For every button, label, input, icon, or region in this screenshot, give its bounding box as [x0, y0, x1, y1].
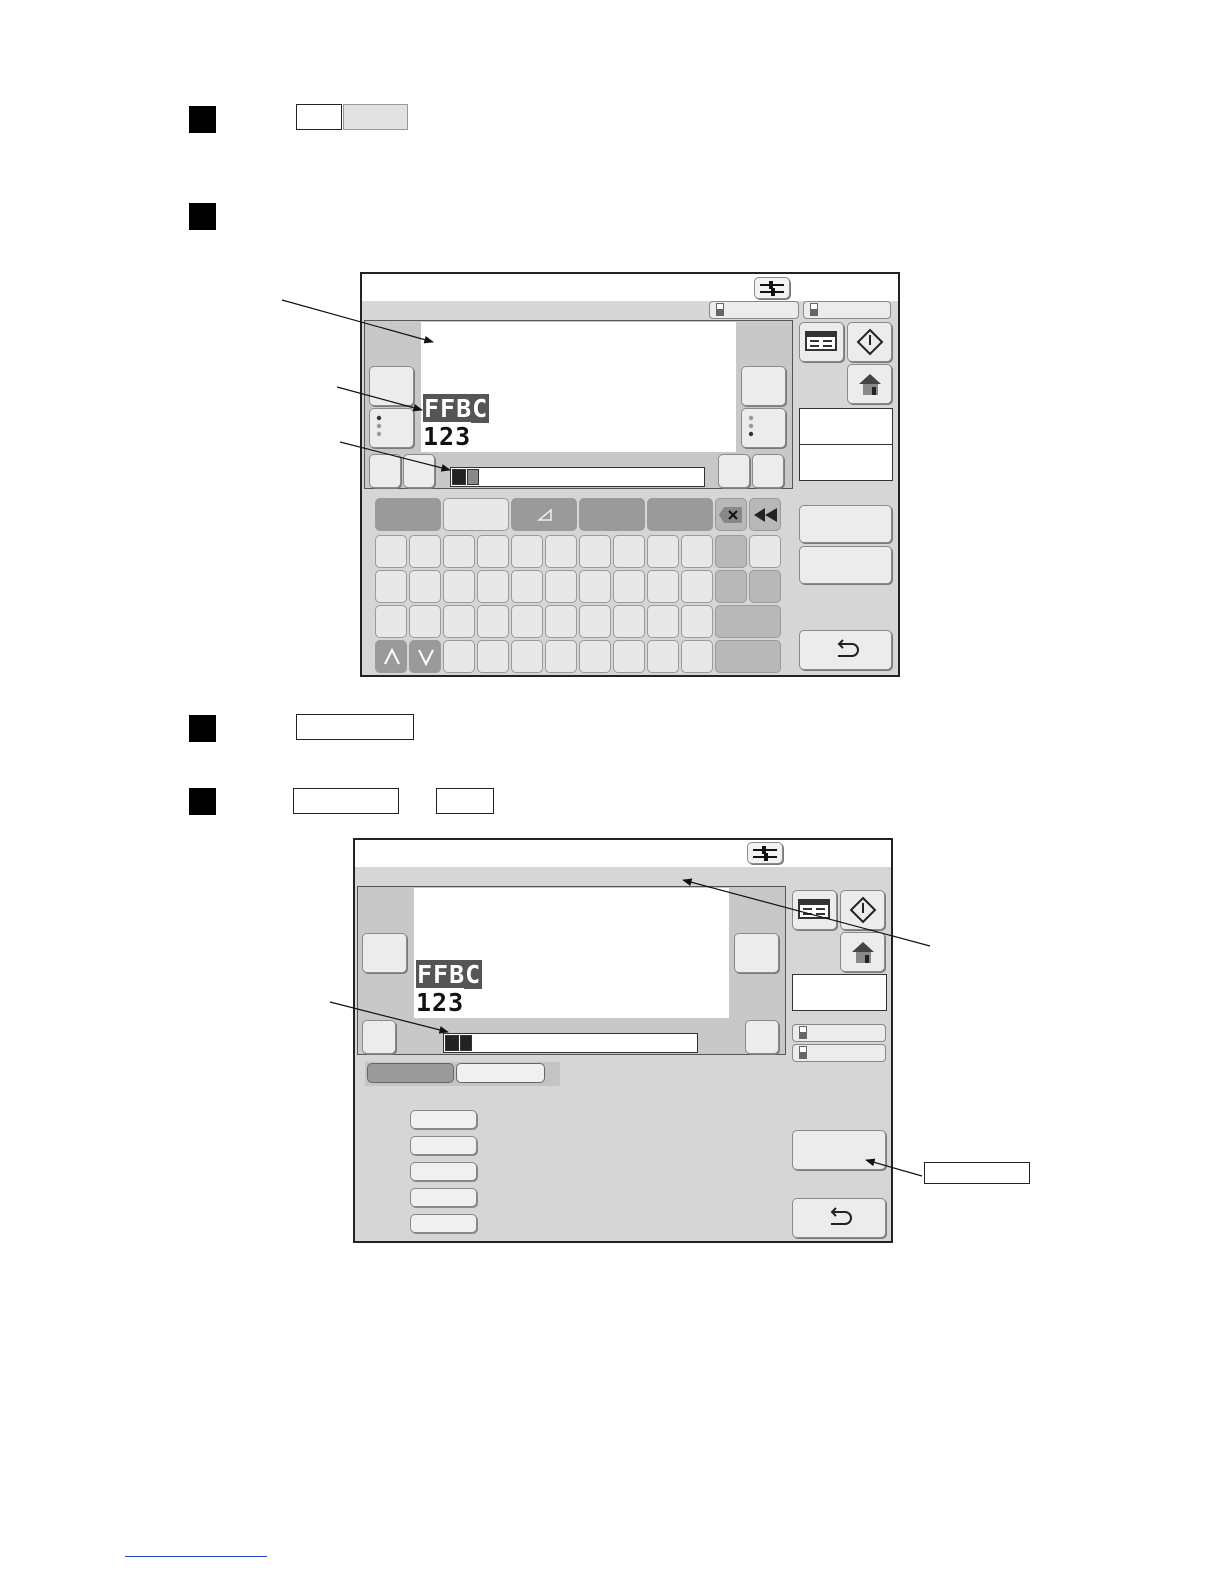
footer-link-underline[interactable]	[125, 1556, 267, 1557]
callout-arrow	[281, 299, 434, 344]
callout-arrows	[281, 299, 931, 1177]
callout-arrow	[865, 1158, 923, 1177]
callout-arrow	[682, 878, 931, 947]
callout-arrow	[336, 386, 423, 412]
callout-arrow	[329, 1001, 449, 1034]
callout-arrow	[339, 441, 451, 472]
